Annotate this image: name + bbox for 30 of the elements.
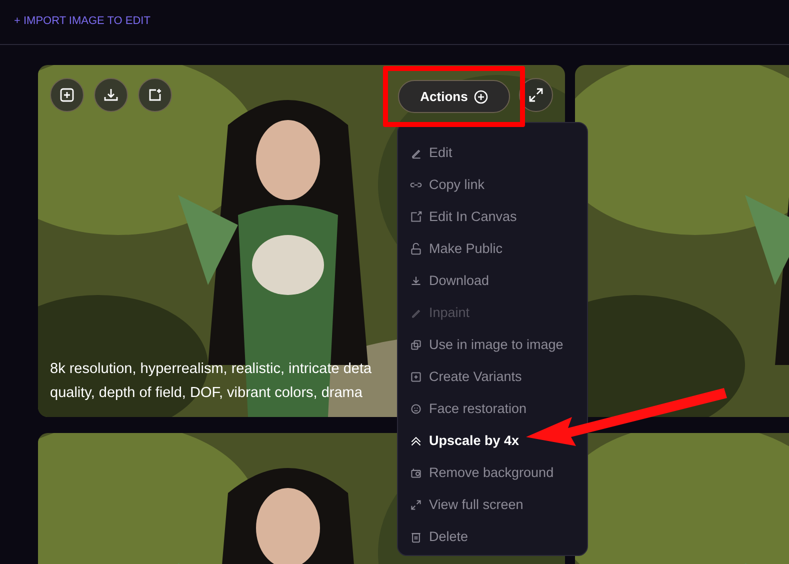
caption-line: quality, depth of field, DOF, vibrant colors, drama bbox=[50, 384, 364, 403]
chevrons-up-icon bbox=[410, 435, 422, 447]
plus-square-icon bbox=[60, 88, 74, 102]
copy-icon bbox=[410, 339, 422, 351]
menu-item[interactable]: View full screen bbox=[398, 489, 587, 521]
trash-icon bbox=[410, 531, 422, 543]
expand-icon bbox=[410, 499, 422, 511]
plus-circle-icon bbox=[474, 90, 488, 104]
caption-line: 8k resolution, hyperrealism, realistic, intricate deta bbox=[50, 360, 372, 379]
menu-item[interactable]: Download bbox=[398, 265, 587, 297]
menu-item[interactable]: Edit In Canvas bbox=[398, 201, 587, 233]
unlock-icon bbox=[410, 243, 422, 255]
pencil-icon bbox=[410, 307, 422, 319]
menu-item[interactable]: Edit bbox=[398, 137, 587, 169]
plus-square-icon bbox=[410, 371, 422, 383]
import-image-link[interactable]: + IMPORT IMAGE TO EDIT bbox=[14, 15, 150, 27]
menu-item[interactable]: Use in image to image bbox=[398, 329, 587, 361]
download-icon bbox=[410, 275, 422, 287]
menu-item[interactable]: Upscale by 4x bbox=[398, 425, 587, 457]
menu-item[interactable]: Face restoration bbox=[398, 393, 587, 425]
menu-item[interactable]: Create Variants bbox=[398, 361, 587, 393]
menu-item[interactable]: Delete bbox=[398, 521, 587, 553]
pencil-icon bbox=[410, 147, 422, 159]
actions-button[interactable]: Actions bbox=[398, 80, 510, 113]
menu-item[interactable]: Remove background bbox=[398, 457, 587, 489]
menu-item[interactable]: Copy link bbox=[398, 169, 587, 201]
download-icon bbox=[104, 88, 118, 102]
menu-item[interactable]: Make Public bbox=[398, 233, 587, 265]
face-icon bbox=[410, 403, 422, 415]
expand-icon bbox=[529, 88, 543, 102]
